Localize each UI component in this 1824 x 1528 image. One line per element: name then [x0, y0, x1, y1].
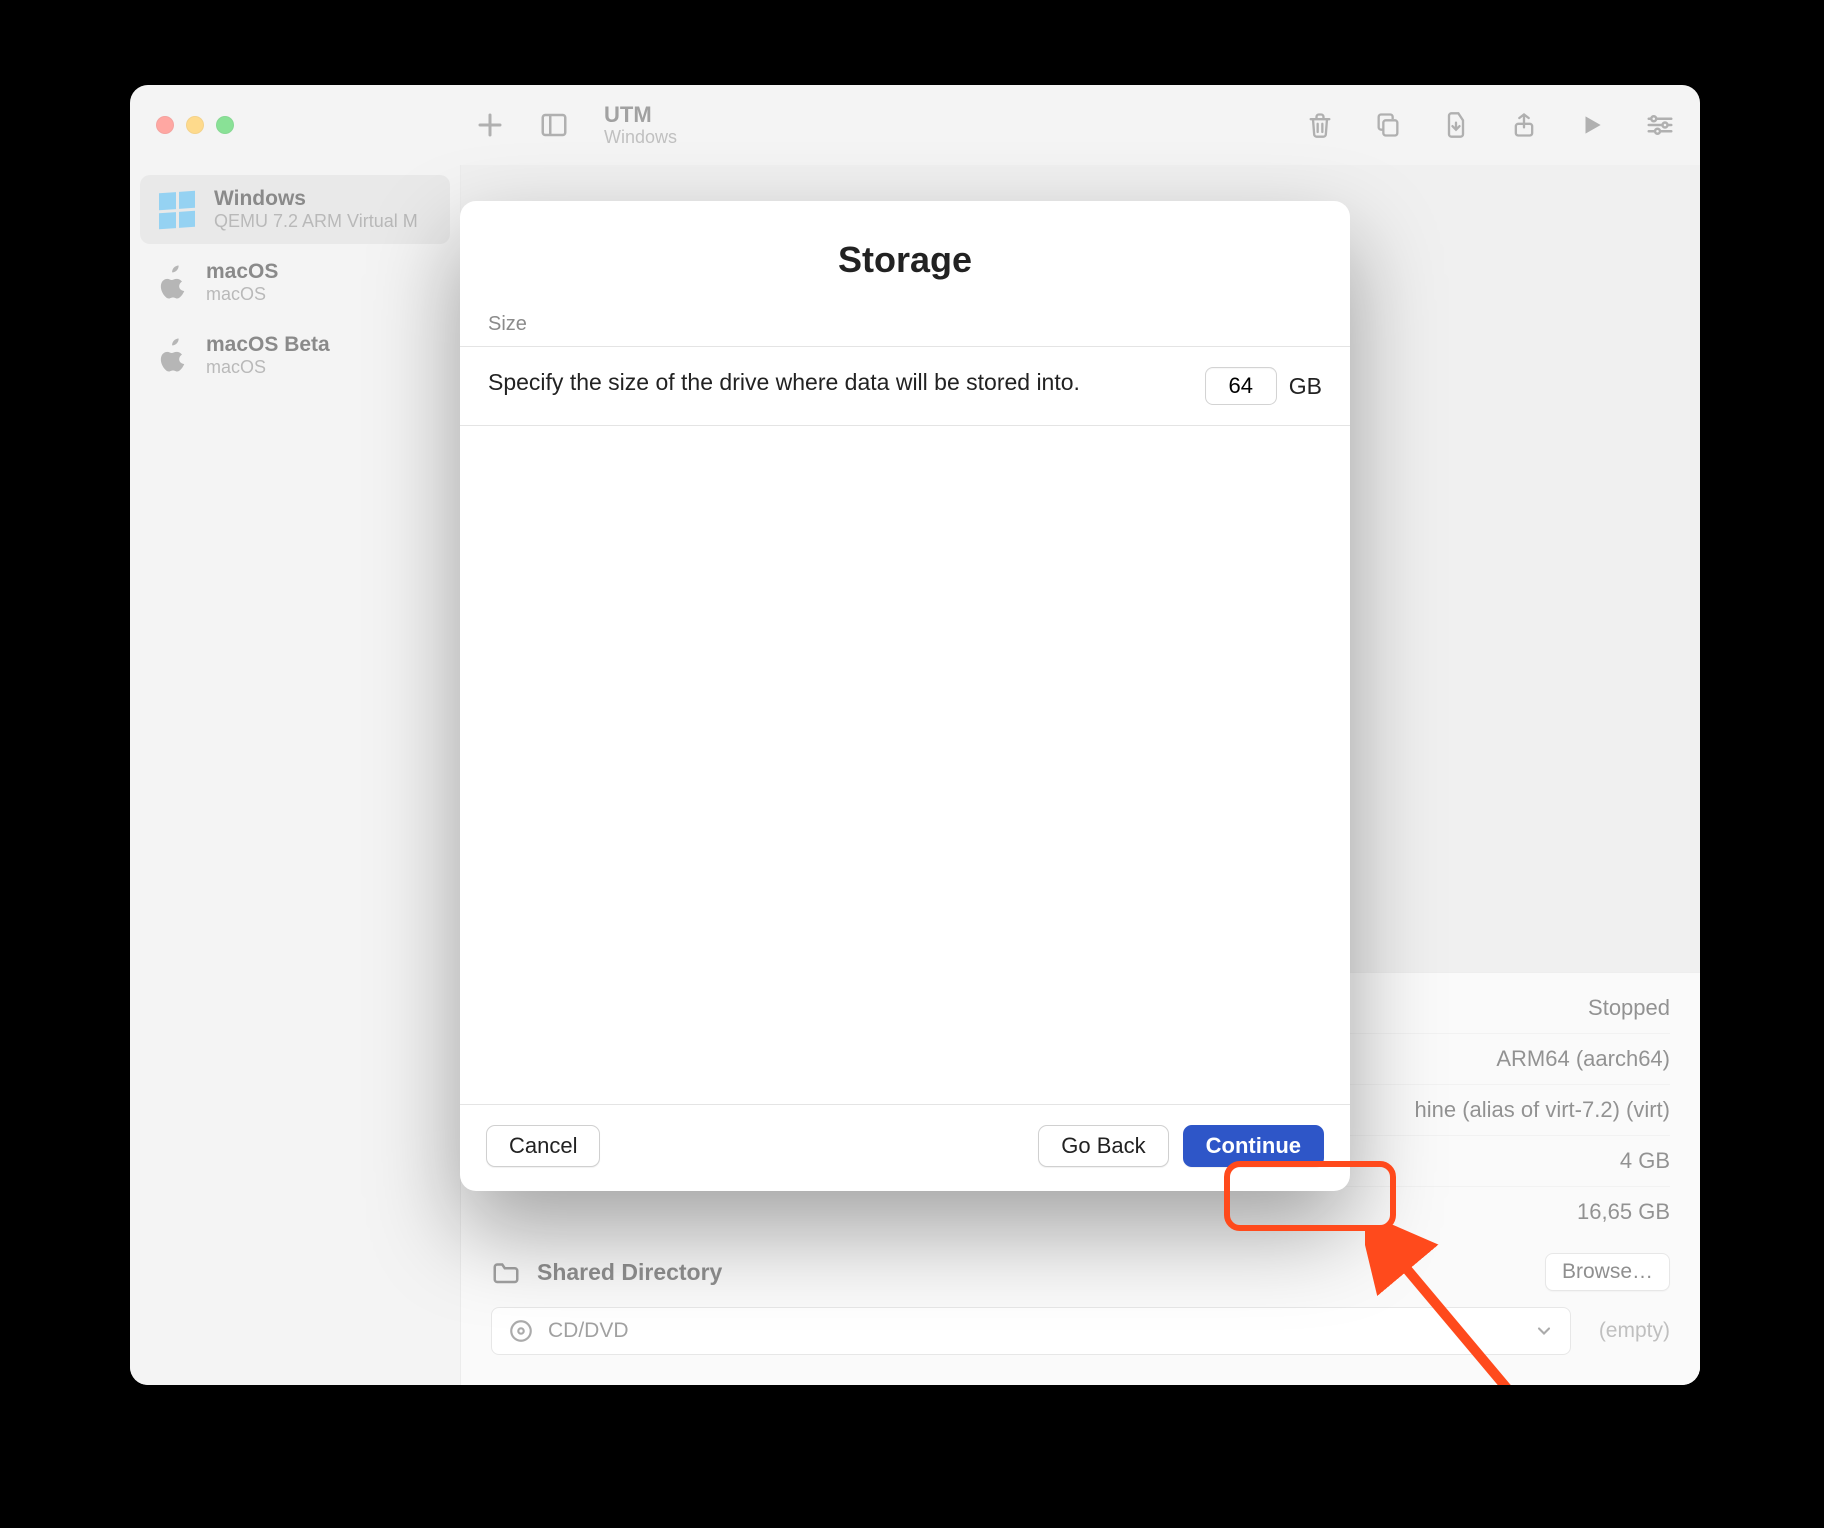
cancel-button[interactable]: Cancel: [486, 1125, 600, 1167]
continue-button[interactable]: Continue: [1183, 1125, 1324, 1167]
sheet-title: Storage: [460, 201, 1350, 313]
storage-sheet: Storage Size Specify the size of the dri…: [460, 201, 1350, 1191]
size-unit: GB: [1289, 373, 1322, 400]
size-input[interactable]: [1205, 367, 1277, 405]
sheet-description: Specify the size of the drive where data…: [488, 367, 1181, 398]
go-back-button[interactable]: Go Back: [1038, 1125, 1168, 1167]
main-window: UTM Windows: [130, 85, 1700, 1385]
sheet-section-label: Size: [460, 313, 1350, 346]
